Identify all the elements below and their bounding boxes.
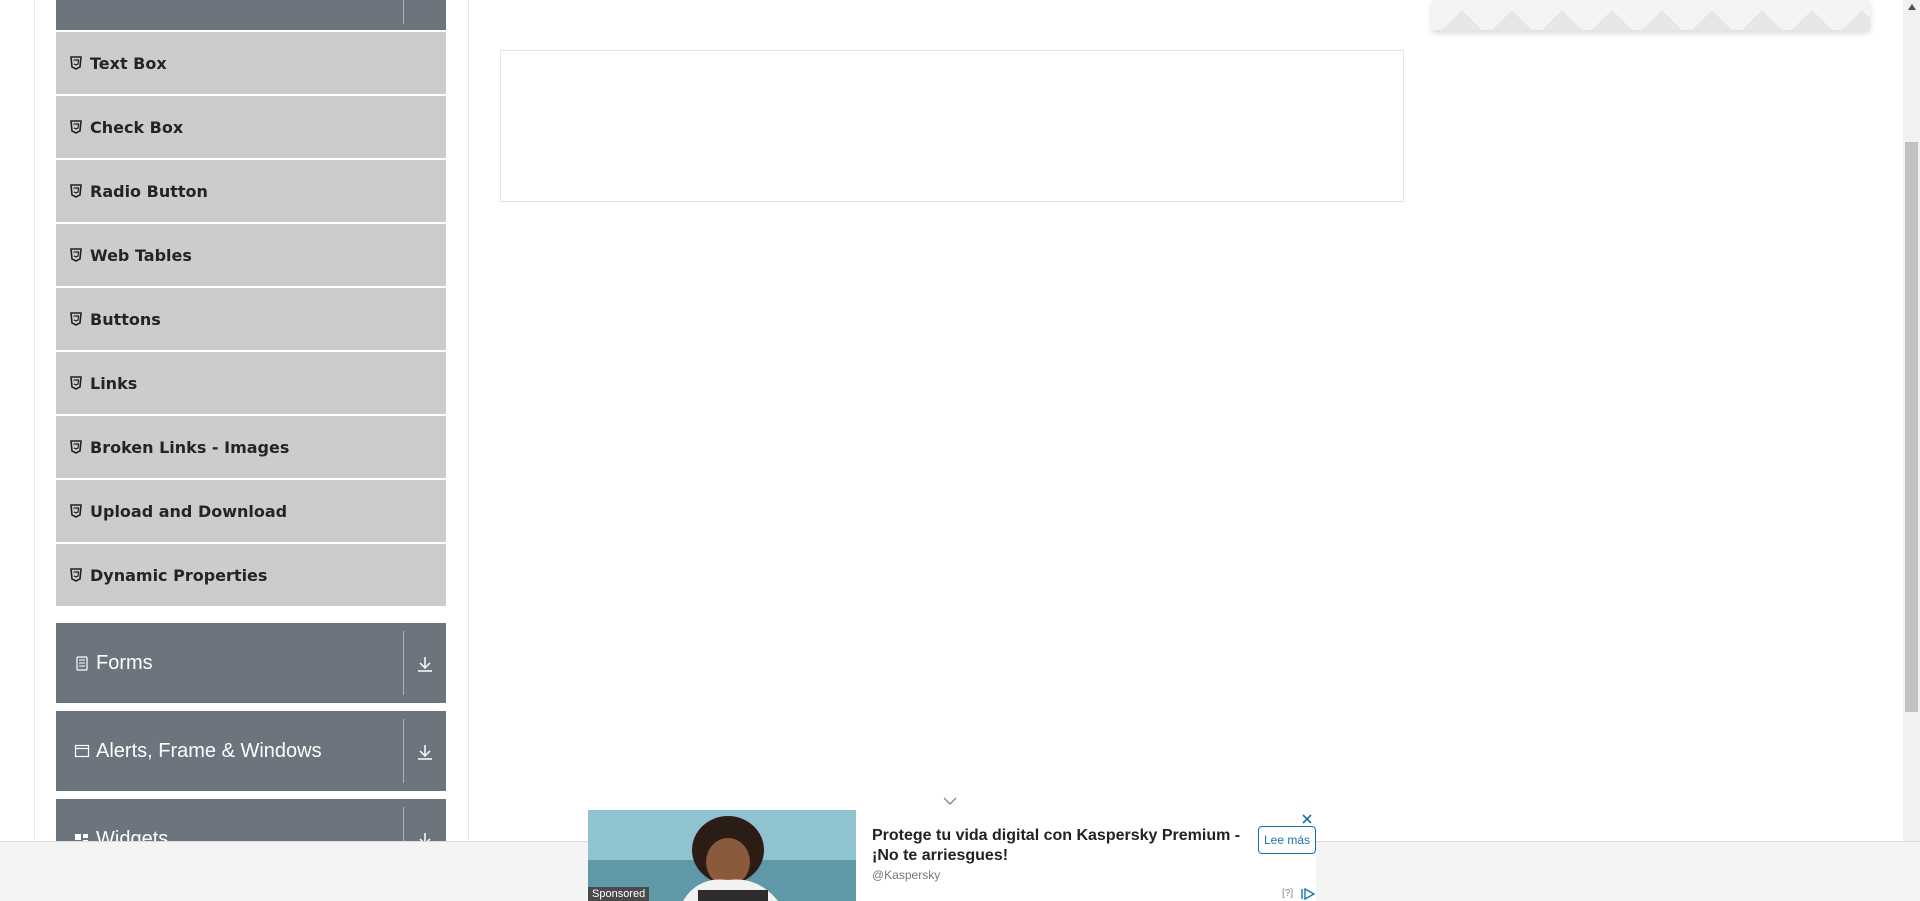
menu-item-broken-links-images[interactable]: Broken Links - Images bbox=[56, 416, 446, 478]
html5-icon bbox=[70, 568, 82, 582]
html5-icon bbox=[70, 56, 82, 70]
menu-item-label: Web Tables bbox=[90, 245, 192, 265]
ad-info-link[interactable]: [?] bbox=[1282, 888, 1293, 899]
close-icon[interactable] bbox=[1300, 812, 1314, 826]
adchoices-icon[interactable] bbox=[1300, 887, 1316, 901]
menu-item-label: Check Box bbox=[90, 117, 184, 137]
menu-item-radio-button[interactable]: Radio Button bbox=[56, 160, 446, 222]
menu-item-text-box[interactable]: Text Box bbox=[56, 32, 446, 94]
ad-cta-button[interactable]: Lee más bbox=[1258, 826, 1316, 854]
menu-item-label: Text Box bbox=[90, 53, 167, 73]
download-arrow-icon[interactable] bbox=[414, 653, 436, 675]
html5-icon bbox=[70, 376, 82, 390]
ad-handle[interactable]: @Kaspersky bbox=[872, 868, 940, 882]
menu-item-web-tables[interactable]: Web Tables bbox=[56, 224, 446, 286]
group-header-elements[interactable] bbox=[56, 0, 446, 30]
html5-icon bbox=[70, 248, 82, 262]
page: Text Box Check Box Radio Button Web Tabl… bbox=[0, 0, 1920, 901]
download-arrow-icon[interactable] bbox=[414, 741, 436, 763]
group-header-divider bbox=[403, 719, 404, 783]
chevron-down-icon[interactable] bbox=[940, 794, 960, 808]
menu-item-label: Upload and Download bbox=[90, 501, 288, 521]
menu-item-check-box[interactable]: Check Box bbox=[56, 96, 446, 158]
ad-sponsored-label: Sponsored bbox=[588, 887, 650, 901]
ad-headline[interactable]: Protege tu vida digital con Kaspersky Pr… bbox=[872, 826, 1252, 866]
elements-menu-list: Text Box Check Box Radio Button Web Tabl… bbox=[56, 32, 446, 608]
scroll-up-arrow-icon[interactable] bbox=[1903, 0, 1920, 14]
group-title: Alerts, Frame & Windows bbox=[96, 739, 322, 762]
html5-icon bbox=[70, 504, 82, 518]
group-header-divider bbox=[403, 631, 404, 695]
group-header-divider bbox=[403, 0, 404, 24]
form-icon bbox=[74, 655, 90, 671]
content-frame bbox=[500, 50, 1404, 202]
html5-icon bbox=[70, 312, 82, 326]
group-header-forms[interactable]: Forms bbox=[56, 623, 446, 703]
menu-item-upload-and-download[interactable]: Upload and Download bbox=[56, 480, 446, 542]
menu-item-dynamic-properties[interactable]: Dynamic Properties bbox=[56, 544, 446, 606]
menu-item-label: Radio Button bbox=[90, 181, 208, 201]
menu-item-label: Broken Links - Images bbox=[90, 437, 290, 457]
right-banner bbox=[1432, 0, 1870, 30]
menu-item-label: Buttons bbox=[90, 309, 161, 329]
scroll-thumb[interactable] bbox=[1905, 142, 1918, 712]
ad-banner[interactable]: Sponsored Protege tu vida digital con Ka… bbox=[588, 810, 1316, 901]
html5-icon bbox=[70, 440, 82, 454]
window-icon bbox=[74, 743, 90, 759]
group-header-alerts-frame-windows[interactable]: Alerts, Frame & Windows bbox=[56, 711, 446, 791]
scrollbar[interactable] bbox=[1903, 0, 1920, 841]
group-title: Forms bbox=[96, 651, 153, 674]
menu-item-buttons[interactable]: Buttons bbox=[56, 288, 446, 350]
menu-item-label: Dynamic Properties bbox=[90, 565, 268, 585]
html5-icon bbox=[70, 120, 82, 134]
menu-item-links[interactable]: Links bbox=[56, 352, 446, 414]
ad-image[interactable]: Sponsored bbox=[588, 810, 856, 901]
menu-item-label: Links bbox=[90, 373, 138, 393]
html5-icon bbox=[70, 184, 82, 198]
